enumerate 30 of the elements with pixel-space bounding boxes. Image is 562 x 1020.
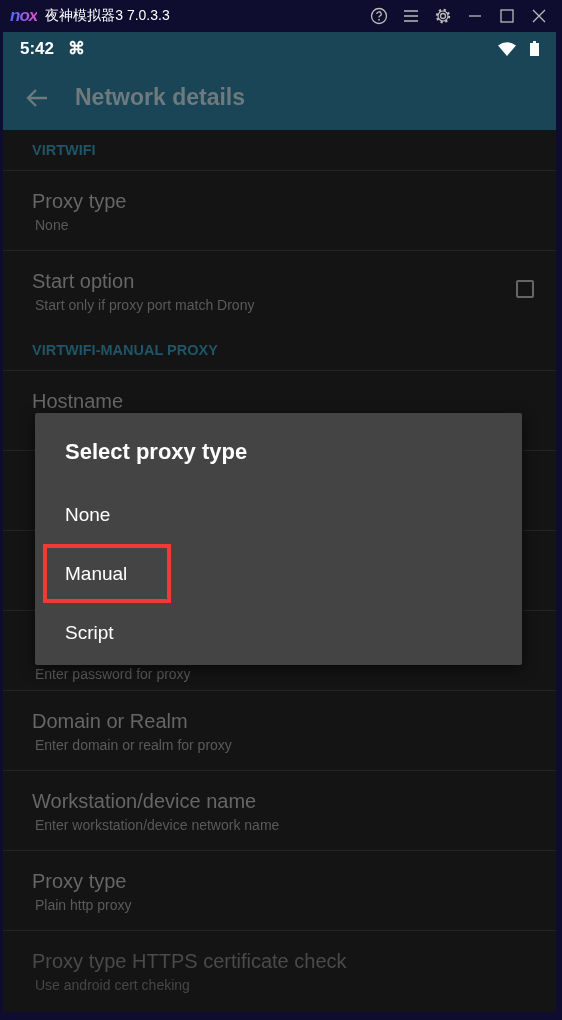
battery-icon [530,41,539,56]
checkbox[interactable] [516,280,534,298]
setting-title[interactable]: Domain or Realm [32,710,534,733]
maximize-icon[interactable] [498,7,516,25]
setting-summary: None [34,217,70,233]
close-icon[interactable] [530,7,548,25]
help-icon[interactable] [370,7,388,25]
status-time: 5:42 [20,38,55,59]
setting-title[interactable]: Hostname [32,390,534,413]
settings-icon[interactable] [434,7,452,25]
setting-summary: Enter domain or realm for proxy [34,737,233,753]
screen-title: Network details [75,84,245,111]
setting-summary: Enter workstation/device network name [34,817,281,833]
wifi-icon [498,41,516,56]
dialog-title: Select proxy type [64,439,249,465]
setting-summary: Plain http proxy [34,897,133,913]
section-header: VIRTWIFI [32,142,96,158]
setting-title[interactable]: Start option [32,270,516,293]
setting-title[interactable]: Proxy type [32,190,534,213]
dialog-option[interactable]: Manual [43,544,172,603]
menu-icon[interactable] [402,8,420,24]
setting-summary: Enter password for proxy [34,666,192,682]
dialog-option[interactable]: Script [35,603,144,662]
setting-title[interactable]: Proxy type [32,870,534,893]
notification-icon: ⌘ [68,38,86,59]
section-header: VIRTWIFI-MANUAL PROXY [32,342,218,358]
setting-title[interactable]: Workstation/device name [32,790,534,813]
setting-summary: Start only if proxy port match Drony [34,297,256,313]
dialog-option[interactable]: None [35,485,141,544]
window-title: 夜神模拟器3 7.0.3.3 [45,7,170,25]
